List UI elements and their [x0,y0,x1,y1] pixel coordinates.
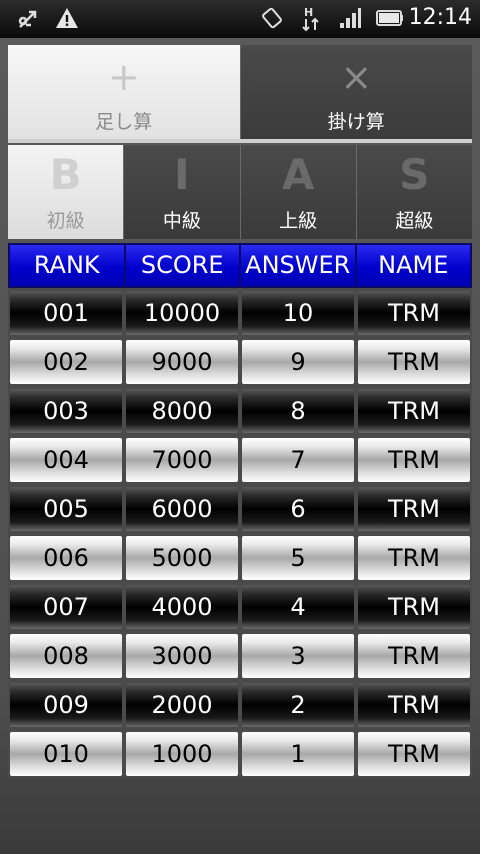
cell-score: 3000 [126,634,238,678]
cell-rank: 004 [10,438,122,482]
header-name: NAME [354,245,470,286]
cell-name: TRM [358,732,470,776]
header-score: SCORE [123,245,239,286]
tab-divider [8,139,472,143]
cell-score: 1000 [126,732,238,776]
cell-score: 2000 [126,683,238,727]
content-frame: + 足し算 × 掛け算 B 初級 I 中級 A 上級 S 超級 RANK SCO… [8,45,472,778]
header-rank: RANK [10,245,124,286]
level-s-icon: S [399,150,430,199]
cell-answer: 9 [242,340,354,384]
status-time: 12:14 [408,5,472,30]
cell-answer: 6 [242,487,354,531]
tab-addition-label: 足し算 [95,111,153,133]
svg-text:H: H [304,6,313,19]
table-row: 006 5000 5 TRM [8,533,472,582]
table-row: 009 2000 2 TRM [8,680,472,729]
cell-rank: 008 [10,634,122,678]
battery-icon [376,6,404,32]
cell-rank: 006 [10,536,122,580]
multiply-icon: × [340,55,373,99]
cell-answer: 8 [242,389,354,433]
cell-rank: 001 [10,291,122,335]
tab-level-super-label: 超級 [395,210,434,232]
usb-debug-icon [14,6,42,32]
table-row: 008 3000 3 TRM [8,631,472,680]
table-row: 002 9000 9 TRM [8,337,472,386]
cell-name: TRM [358,438,470,482]
cell-score: 5000 [126,536,238,580]
cell-rank: 010 [10,732,122,776]
tab-level-super[interactable]: S 超級 [355,145,472,239]
cell-name: TRM [358,340,470,384]
tab-multiplication-label: 掛け算 [327,111,385,133]
header-answer: ANSWER [239,245,355,286]
status-bar: H 12:14 [0,0,480,38]
signal-icon [338,6,362,32]
cell-name: TRM [358,683,470,727]
cell-answer: 7 [242,438,354,482]
table-header: RANK SCORE ANSWER NAME [8,243,472,288]
cell-name: TRM [358,634,470,678]
tab-level-advanced-label: 上級 [279,210,318,232]
cell-score: 7000 [126,438,238,482]
tab-level-intermediate[interactable]: I 中級 [123,145,240,239]
table-row: 003 8000 8 TRM [8,386,472,435]
table-row: 005 6000 6 TRM [8,484,472,533]
level-tabs: B 初級 I 中級 A 上級 S 超級 [8,145,472,239]
cell-rank: 005 [10,487,122,531]
tab-level-intermediate-label: 中級 [162,210,201,232]
tab-addition[interactable]: + 足し算 [8,45,240,139]
table-row: 001 10000 10 TRM [8,288,472,337]
hspa-data-icon: H [300,6,322,32]
cell-name: TRM [358,585,470,629]
operation-tabs: + 足し算 × 掛け算 [8,45,472,139]
table-row: 004 7000 7 TRM [8,435,472,484]
cell-name: TRM [358,487,470,531]
cell-answer: 4 [242,585,354,629]
ranking-table: RANK SCORE ANSWER NAME 001 10000 10 TRM 002 9… [8,243,472,778]
cell-answer: 5 [242,536,354,580]
cell-rank: 003 [10,389,122,433]
cell-answer: 2 [242,683,354,727]
tab-level-beginner[interactable]: B 初級 [8,145,124,239]
cell-score: 6000 [126,487,238,531]
cell-rank: 007 [10,585,122,629]
cell-answer: 10 [242,291,354,335]
cell-score: 10000 [126,291,238,335]
tab-level-beginner-label: 初級 [46,210,85,232]
table-body: 001 10000 10 TRM 002 9000 9 TRM 003 8000 8 TRM 004 70… [8,288,472,778]
cell-score: 9000 [126,340,238,384]
cell-rank: 009 [10,683,122,727]
cell-score: 4000 [126,585,238,629]
table-row: 010 1000 1 TRM [8,729,472,778]
cell-rank: 002 [10,340,122,384]
table-row: 007 4000 4 TRM [8,582,472,631]
cell-answer: 1 [242,732,354,776]
level-i-icon: I [174,150,190,199]
tab-multiplication[interactable]: × 掛け算 [239,45,472,139]
warning-icon [54,6,80,32]
level-a-icon: A [281,150,315,199]
rotate-icon [260,6,284,32]
cell-answer: 3 [242,634,354,678]
level-b-icon: B [49,150,82,199]
cell-name: TRM [358,291,470,335]
main-panel: + 足し算 × 掛け算 B 初級 I 中級 A 上級 S 超級 RANK SCO… [0,38,480,854]
tab-level-advanced[interactable]: A 上級 [239,145,356,239]
cell-score: 8000 [126,389,238,433]
plus-icon: + [107,55,140,99]
cell-name: TRM [358,536,470,580]
cell-name: TRM [358,389,470,433]
